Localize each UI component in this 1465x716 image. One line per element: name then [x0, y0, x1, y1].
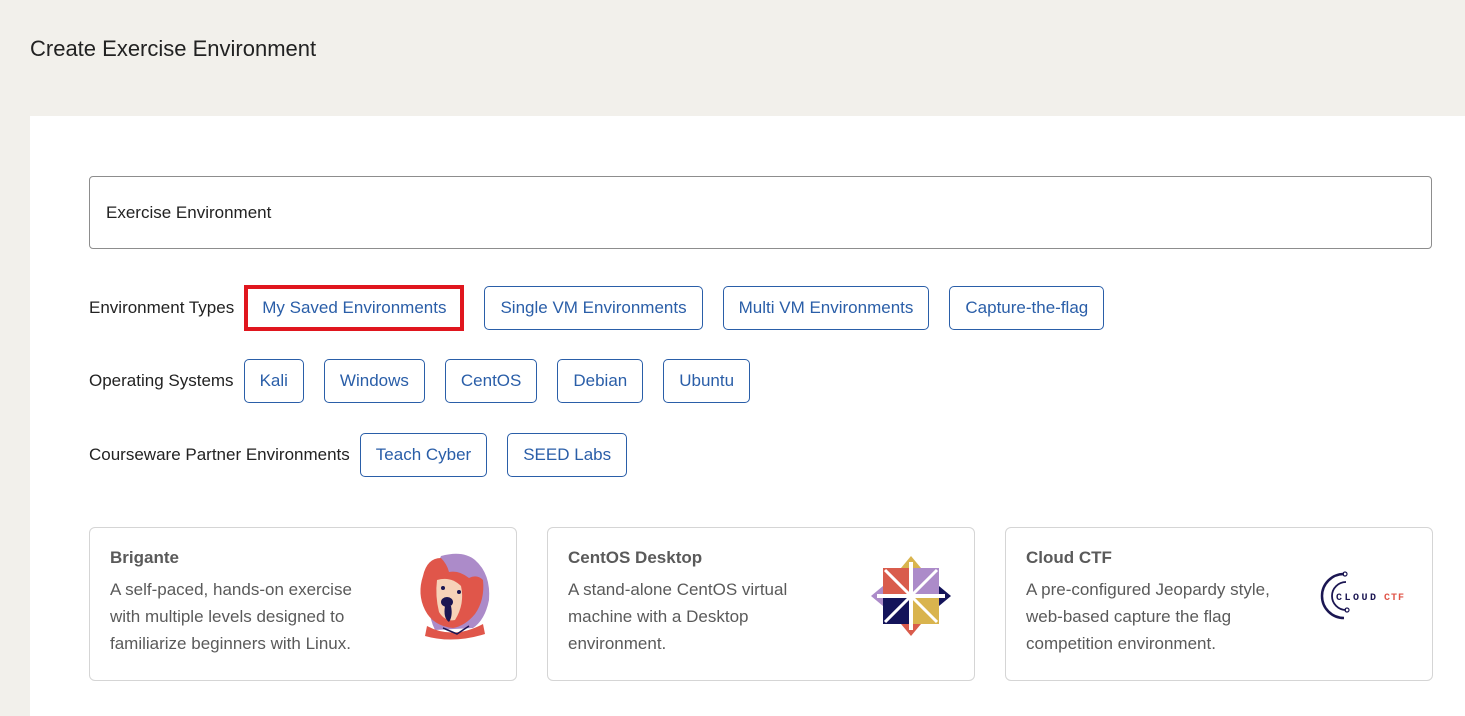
search-input[interactable] — [89, 176, 1432, 249]
filter-os-ubuntu[interactable]: Ubuntu — [663, 359, 751, 403]
filter-seed-labs[interactable]: SEED Labs — [507, 433, 628, 477]
filter-os-kali[interactable]: Kali — [243, 359, 304, 403]
card-description: A stand-alone CentOS virtual machine wit… — [568, 580, 788, 653]
card-description: A self-paced, hands-on exercise with mul… — [110, 580, 352, 653]
courseware-partner-filter: Courseware Partner Environments Teach Cy… — [89, 433, 647, 477]
environment-card-centos-desktop[interactable]: CentOS Desktop A stand-alone CentOS virt… — [547, 527, 975, 681]
environment-types-filter: Environment Types My Saved Environments … — [89, 285, 1124, 331]
card-description: A pre-configured Jeopardy style, web-bas… — [1026, 580, 1270, 653]
environment-types-label: Environment Types — [89, 298, 235, 317]
environment-cards: Brigante A self-paced, hands-on exercise… — [89, 527, 1433, 681]
filter-single-vm-environments[interactable]: Single VM Environments — [484, 286, 703, 330]
filter-multi-vm-environments[interactable]: Multi VM Environments — [722, 286, 930, 330]
filter-os-debian[interactable]: Debian — [557, 359, 644, 403]
environment-card-brigante[interactable]: Brigante A self-paced, hands-on exercise… — [89, 527, 517, 681]
svg-text:CTF: CTF — [1384, 593, 1405, 604]
filter-capture-the-flag[interactable]: Capture-the-flag — [949, 286, 1105, 330]
brigante-dog-logo-icon — [410, 548, 496, 644]
filter-teach-cyber[interactable]: Teach Cyber — [359, 433, 488, 477]
filter-os-windows[interactable]: Windows — [323, 359, 425, 403]
operating-systems-label: Operating Systems — [89, 371, 234, 390]
filter-my-saved-environments[interactable]: My Saved Environments — [244, 285, 465, 331]
centos-logo-icon — [868, 548, 954, 644]
environment-card-cloud-ctf[interactable]: Cloud CTF A pre-configured Jeopardy styl… — [1005, 527, 1433, 681]
main-panel: Environment Types My Saved Environments … — [30, 116, 1465, 716]
operating-systems-filter: Operating Systems Kali Windows CentOS De… — [89, 359, 770, 403]
cloud-ctf-logo-icon: CLOUD CTF — [1318, 548, 1418, 644]
page-title: Create Exercise Environment — [30, 36, 317, 61]
cloud-ctf-logo-text: CLOUD — [1336, 593, 1379, 604]
courseware-partner-label: Courseware Partner Environments — [89, 445, 350, 464]
filter-os-centos[interactable]: CentOS — [444, 359, 538, 403]
